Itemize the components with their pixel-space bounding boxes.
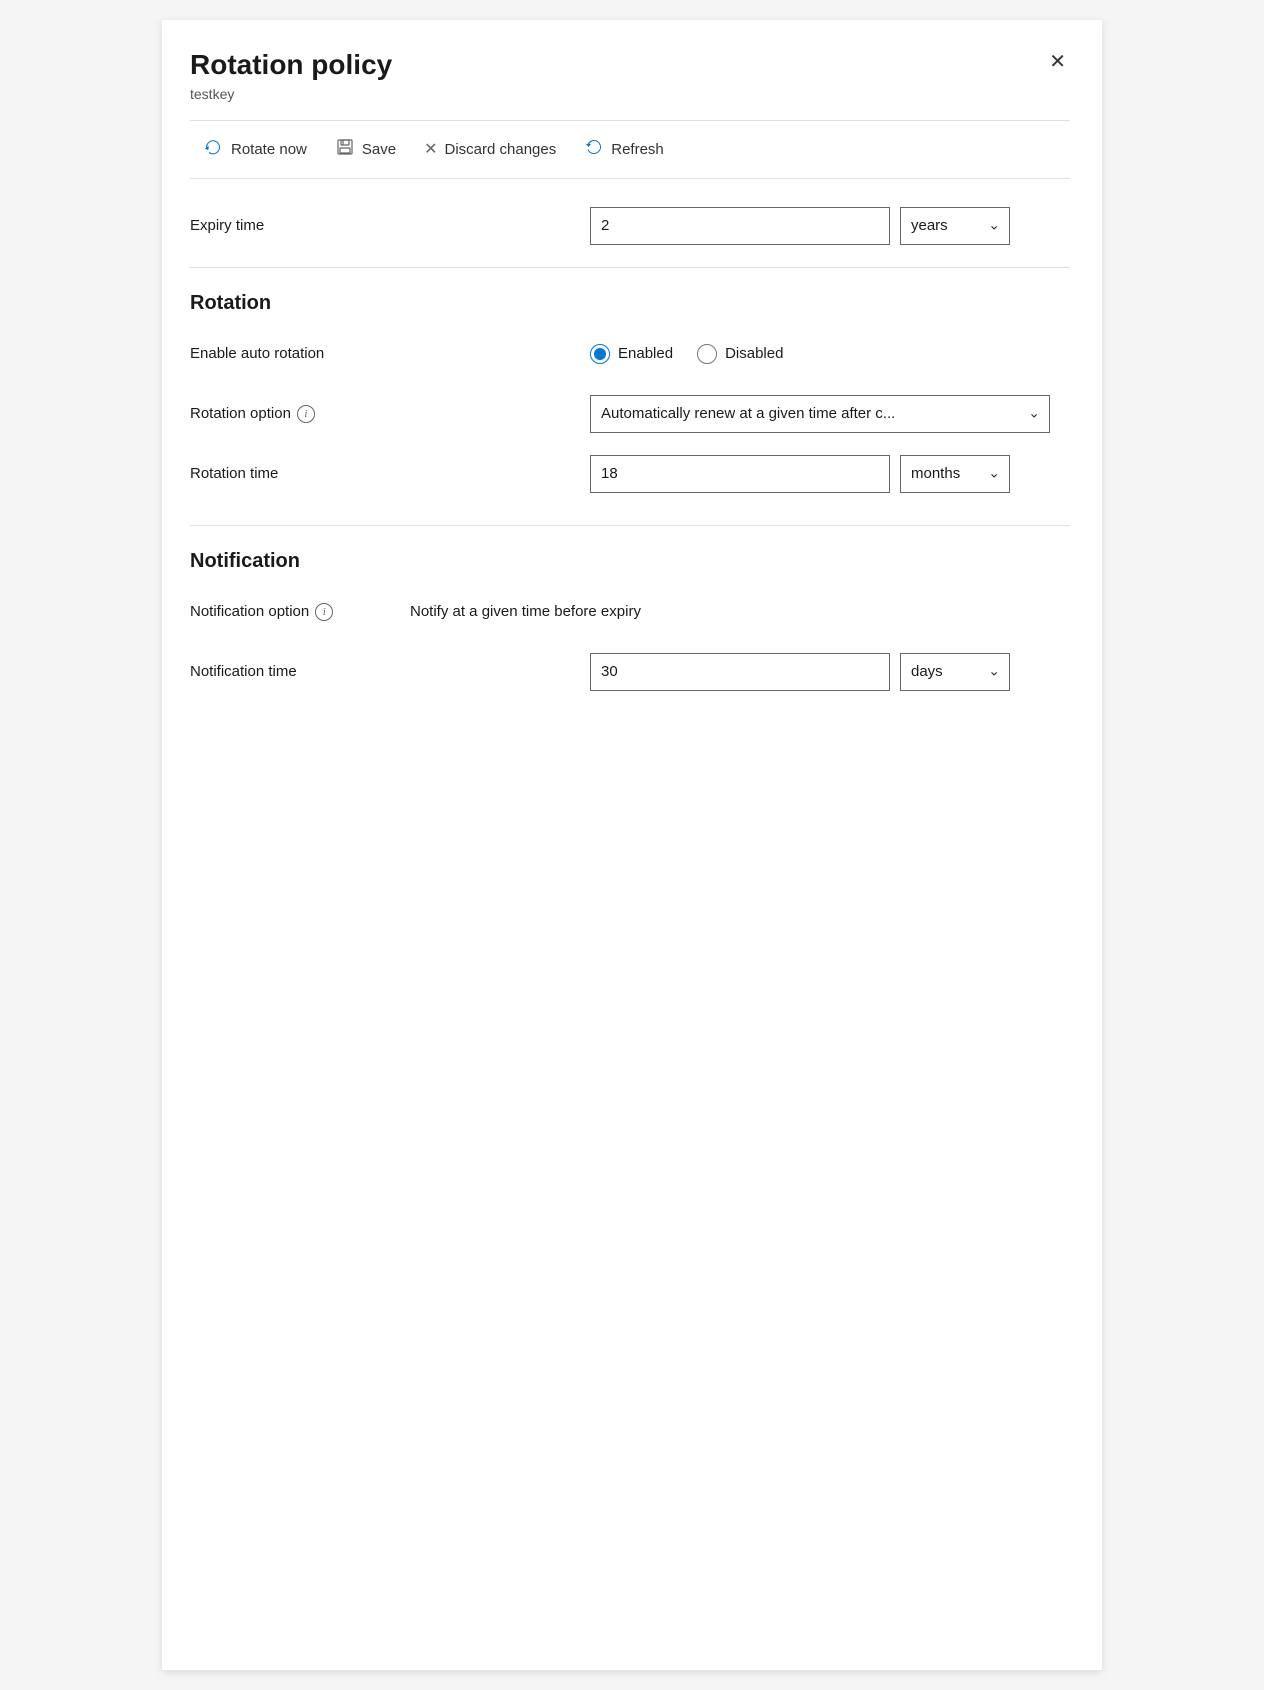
divider-2 [190,525,1070,526]
close-icon: ✕ [1049,51,1066,73]
refresh-button[interactable]: Refresh [570,131,678,167]
save-label: Save [362,141,396,158]
notification-time-unit-dropdown[interactable]: days months years [900,653,1010,691]
notification-option-row: Notification option i Notify at a given … [190,593,1070,631]
notification-option-info-icon[interactable]: i [315,603,333,621]
disabled-radio-label[interactable]: Disabled [697,344,783,364]
close-button[interactable]: ✕ [1045,48,1070,76]
expiry-time-row: Expiry time days months years [190,207,1070,245]
rotation-section-heading: Rotation [190,292,1070,315]
refresh-label: Refresh [611,141,664,158]
expiry-time-controls: days months years [590,207,1070,245]
auto-rotation-label: Enable auto rotation [190,345,410,362]
notification-section: Notification Notification option i Notif… [190,550,1070,691]
discard-button[interactable]: ✕ Discard changes [410,133,570,165]
notification-time-row: Notification time days months years [190,653,1070,691]
disabled-radio[interactable] [697,344,717,364]
notification-section-heading: Notification [190,550,1070,573]
rotation-time-label: Rotation time [190,465,410,482]
rotation-option-dropdown[interactable]: Automatically renew at a given time afte… [590,395,1050,433]
save-icon [335,137,355,162]
notification-option-value: Notify at a given time before expiry [410,603,641,620]
panel-title: Rotation policy [190,48,392,82]
rotation-time-unit-wrapper: days months years [900,455,1010,493]
enabled-radio[interactable] [590,344,610,364]
expiry-time-label: Expiry time [190,217,410,234]
notification-option-label: Notification option i [190,603,410,621]
rotation-option-label: Rotation option i [190,405,410,423]
rotation-time-row: Rotation time days months years [190,455,1070,493]
notification-time-unit-wrapper: days months years [900,653,1010,691]
auto-rotation-controls: Enabled Disabled [590,344,1070,364]
notification-time-label: Notification time [190,663,410,680]
divider-1 [190,267,1070,268]
rotation-time-controls: days months years [590,455,1070,493]
auto-rotation-radio-group: Enabled Disabled [590,344,783,364]
notification-time-controls: days months years [590,653,1070,691]
expiry-unit-dropdown[interactable]: days months years [900,207,1010,245]
discard-label: Discard changes [445,141,557,158]
expiry-time-input[interactable] [590,207,890,245]
enabled-label: Enabled [618,345,673,362]
refresh-icon [584,137,604,161]
rotate-now-button[interactable]: Rotate now [190,131,321,167]
rotate-icon [199,134,228,165]
enabled-radio-label[interactable]: Enabled [590,344,673,364]
discard-icon: ✕ [424,139,437,159]
toolbar: Rotate now Save ✕ Discard changes [190,120,1070,179]
save-button[interactable]: Save [321,131,410,168]
rotation-option-controls: Automatically renew at a given time afte… [590,395,1070,433]
rotate-now-label: Rotate now [231,141,307,158]
rotation-time-input[interactable] [590,455,890,493]
expiry-unit-dropdown-wrapper: days months years [900,207,1010,245]
rotation-time-unit-dropdown[interactable]: days months years [900,455,1010,493]
rotation-section: Rotation Enable auto rotation Enabled Di… [190,292,1070,493]
rotation-option-dropdown-wrapper: Automatically renew at a given time afte… [590,395,1050,433]
disabled-label: Disabled [725,345,783,362]
rotation-option-info-icon[interactable]: i [297,405,315,423]
notification-time-input[interactable] [590,653,890,691]
rotation-policy-panel: Rotation policy ✕ testkey Rotate now [162,20,1102,1670]
auto-rotation-row: Enable auto rotation Enabled Disabled [190,335,1070,373]
panel-header: Rotation policy ✕ [190,48,1070,82]
panel-subtitle: testkey [190,86,1070,102]
rotation-option-row: Rotation option i Automatically renew at… [190,395,1070,433]
